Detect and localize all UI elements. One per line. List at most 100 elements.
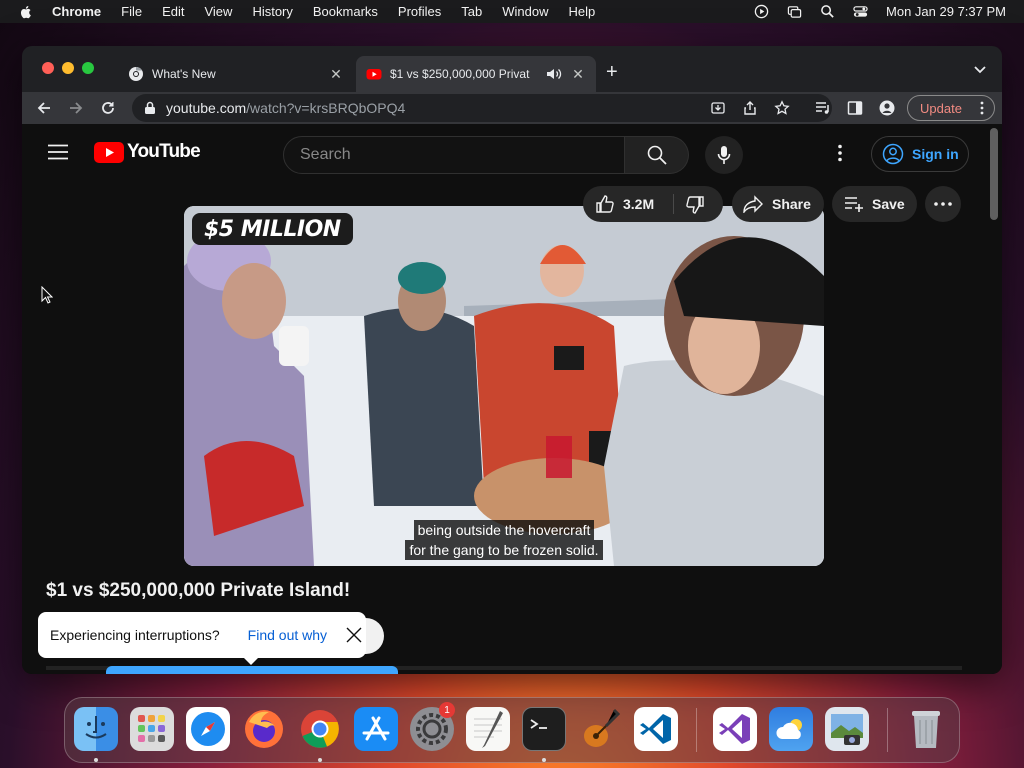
- sign-in-button[interactable]: Sign in: [871, 136, 969, 172]
- dock-textedit-icon[interactable]: [466, 707, 510, 751]
- more-vertical-icon[interactable]: [980, 101, 984, 115]
- apple-icon[interactable]: [18, 4, 34, 20]
- speaker-icon[interactable]: [546, 67, 562, 81]
- close-window-button[interactable]: [42, 62, 54, 74]
- menu-history[interactable]: History: [252, 4, 292, 19]
- menu-bookmarks[interactable]: Bookmarks: [313, 4, 378, 19]
- launchpad-grid-icon: [138, 715, 165, 742]
- menu-edit[interactable]: Edit: [162, 4, 184, 19]
- play-circle-icon[interactable]: [754, 4, 769, 19]
- dock-app-store-icon[interactable]: [354, 707, 398, 751]
- dock-visual-studio-icon[interactable]: [713, 707, 757, 751]
- chrome-window: What's New ✕ $1 vs $250,000,000 Privat ✕…: [22, 46, 1002, 674]
- reload-icon[interactable]: [100, 100, 116, 116]
- more-horizontal-icon: [934, 202, 952, 206]
- dock-terminal-icon[interactable]: [522, 707, 566, 751]
- save-label: Save: [872, 196, 905, 212]
- dock-preview-icon[interactable]: [825, 707, 869, 751]
- update-button[interactable]: Update: [907, 95, 995, 121]
- menu-file[interactable]: File: [121, 4, 142, 19]
- tab-whats-new[interactable]: What's New ✕: [118, 56, 354, 92]
- search-input[interactable]: Search: [283, 136, 625, 174]
- save-button[interactable]: Save: [832, 186, 917, 222]
- youtube-logo[interactable]: YouTube: [94, 141, 201, 163]
- dock-garageband-icon[interactable]: [578, 707, 622, 751]
- like-divider: [673, 194, 674, 214]
- media-controls-icon[interactable]: [815, 100, 831, 116]
- page-scrollbar[interactable]: [990, 128, 998, 220]
- chrome-favicon-icon: [129, 66, 143, 81]
- url-host: youtube.com: [166, 100, 247, 116]
- site-info-icon[interactable]: [144, 101, 156, 115]
- menu-view[interactable]: View: [204, 4, 232, 19]
- video-overlay-badge: $5 MILLION: [192, 213, 353, 245]
- menu-profiles[interactable]: Profiles: [398, 4, 441, 19]
- forward-arrow-icon[interactable]: [68, 100, 84, 116]
- dock-launchpad-icon[interactable]: [130, 707, 174, 751]
- side-panel-icon[interactable]: [847, 100, 863, 116]
- safari-compass-icon: [191, 712, 225, 746]
- like-count[interactable]: 3.2M: [623, 196, 654, 212]
- menu-app-name[interactable]: Chrome: [52, 4, 101, 19]
- dock-safari-icon[interactable]: [186, 707, 230, 751]
- dock-finder-icon[interactable]: [74, 707, 118, 751]
- profile-avatar-icon[interactable]: [879, 100, 895, 116]
- highlight-bar: [106, 666, 398, 674]
- close-tab-icon[interactable]: ✕: [570, 66, 586, 82]
- share-page-icon[interactable]: [742, 100, 758, 116]
- more-actions-button[interactable]: [925, 186, 961, 222]
- find-out-why-link[interactable]: Find out why: [248, 627, 327, 643]
- browser-toolbar: youtube.com/watch?v=krsBRQbOPQ4 Update: [22, 92, 1002, 124]
- youtube-wordmark: YouTube: [127, 141, 201, 162]
- minimize-window-button[interactable]: [62, 62, 74, 74]
- share-button[interactable]: Share: [732, 186, 824, 222]
- menu-bar: Chrome File Edit View History Bookmarks …: [0, 0, 1024, 23]
- hamburger-menu-icon[interactable]: [48, 144, 68, 160]
- running-indicator: [318, 758, 322, 762]
- interruptions-tooltip: Experiencing interruptions? Find out why: [38, 612, 366, 665]
- tooltip-text: Experiencing interruptions?: [50, 627, 220, 643]
- zoom-window-button[interactable]: [82, 62, 94, 74]
- spotlight-search-icon[interactable]: [820, 4, 835, 19]
- running-indicator: [94, 758, 98, 762]
- app-store-logo-icon: [362, 716, 390, 741]
- control-center-icon[interactable]: [853, 4, 868, 19]
- caption-line: for the gang to be frozen solid.: [405, 540, 603, 560]
- menubar-clock[interactable]: Mon Jan 29 7:37 PM: [886, 4, 1006, 19]
- url-text: youtube.com/watch?v=krsBRQbOPQ4: [166, 100, 405, 116]
- close-tab-icon[interactable]: ✕: [328, 66, 344, 82]
- settings-more-icon[interactable]: [838, 144, 842, 162]
- dock: 1: [64, 697, 960, 763]
- dock-firefox-icon[interactable]: [242, 707, 286, 751]
- dock-vscode-icon[interactable]: [634, 707, 678, 751]
- video-player[interactable]: $5 MILLION being outside the hovercraft …: [184, 206, 824, 566]
- chevron-down-icon[interactable]: [974, 64, 986, 74]
- dock-chrome-icon[interactable]: [298, 707, 342, 751]
- menubar-status-area: Mon Jan 29 7:37 PM: [754, 0, 1006, 23]
- address-bar[interactable]: youtube.com/watch?v=krsBRQbOPQ4: [132, 94, 832, 122]
- voice-search-button[interactable]: [705, 136, 743, 174]
- thumbs-down-icon[interactable]: [685, 195, 705, 215]
- dock-trash-icon[interactable]: [904, 707, 948, 751]
- tab-youtube-video[interactable]: $1 vs $250,000,000 Privat ✕: [356, 56, 596, 92]
- dock-weather-icon[interactable]: [769, 707, 813, 751]
- back-arrow-icon[interactable]: [36, 100, 52, 116]
- close-icon[interactable]: [345, 626, 363, 644]
- search-button[interactable]: [625, 136, 689, 174]
- bookmark-star-icon[interactable]: [774, 100, 790, 116]
- tab-title: What's New: [152, 67, 216, 81]
- thumbs-up-icon[interactable]: [595, 194, 615, 214]
- screen-mirroring-icon[interactable]: [787, 4, 802, 19]
- visual-studio-logo-icon: [719, 714, 750, 744]
- new-tab-button[interactable]: +: [606, 62, 618, 82]
- menu-tab[interactable]: Tab: [461, 4, 482, 19]
- search-placeholder: Search: [300, 146, 351, 163]
- search-icon: [647, 145, 667, 165]
- microphone-icon: [717, 146, 731, 164]
- menu-help[interactable]: Help: [569, 4, 596, 19]
- notification-badge: 1: [439, 702, 455, 718]
- like-dislike-group: 3.2M: [583, 186, 723, 222]
- guitar-icon: [584, 708, 620, 747]
- menu-window[interactable]: Window: [502, 4, 548, 19]
- install-app-icon[interactable]: [710, 100, 726, 116]
